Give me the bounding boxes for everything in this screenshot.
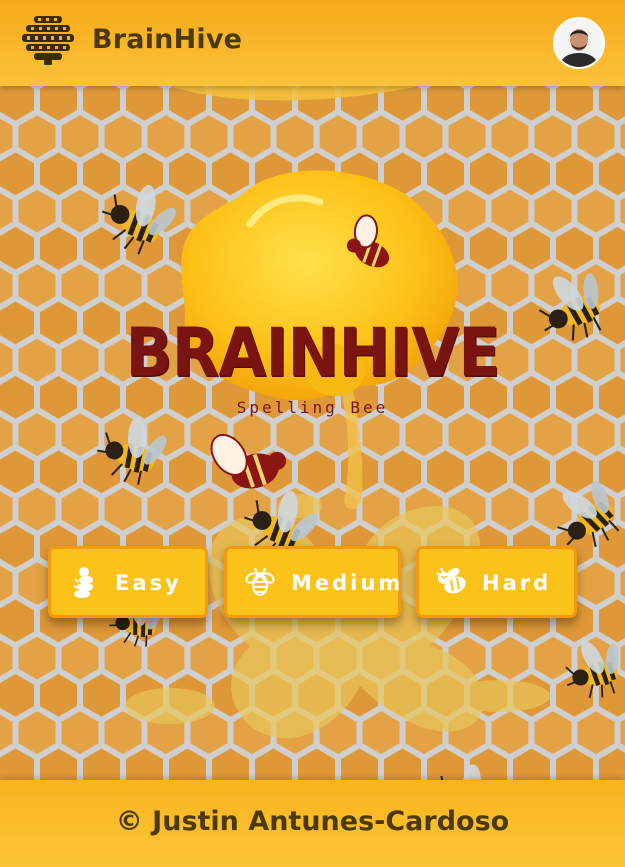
angry-bee-icon — [436, 567, 466, 594]
avatar-image — [555, 19, 603, 67]
logo-title: BRAINHIVE — [125, 313, 500, 392]
hero-area: BRAINHIVE Spelling Bee — [0, 86, 625, 780]
honeycomb-background — [0, 86, 625, 780]
hard-button[interactable]: Hard — [416, 546, 577, 618]
user-avatar[interactable] — [553, 17, 605, 69]
copyright-text: © Justin Antunes-Cardoso — [115, 806, 510, 837]
bee-icon — [245, 567, 275, 596]
hard-label: Hard — [482, 571, 552, 595]
app-footer: © Justin Antunes-Cardoso — [0, 780, 625, 867]
brand-name[interactable]: BrainHive — [92, 24, 242, 55]
honeycomb-hive-icon[interactable] — [20, 14, 76, 66]
medium-button[interactable]: Medium — [224, 546, 401, 618]
larva-icon — [73, 567, 93, 598]
easy-label: Easy — [115, 571, 182, 595]
app-header: BrainHive — [0, 0, 625, 86]
easy-button[interactable]: Easy — [48, 546, 208, 618]
medium-label: Medium — [291, 571, 404, 595]
logo-subtitle: Spelling Bee — [236, 398, 389, 417]
